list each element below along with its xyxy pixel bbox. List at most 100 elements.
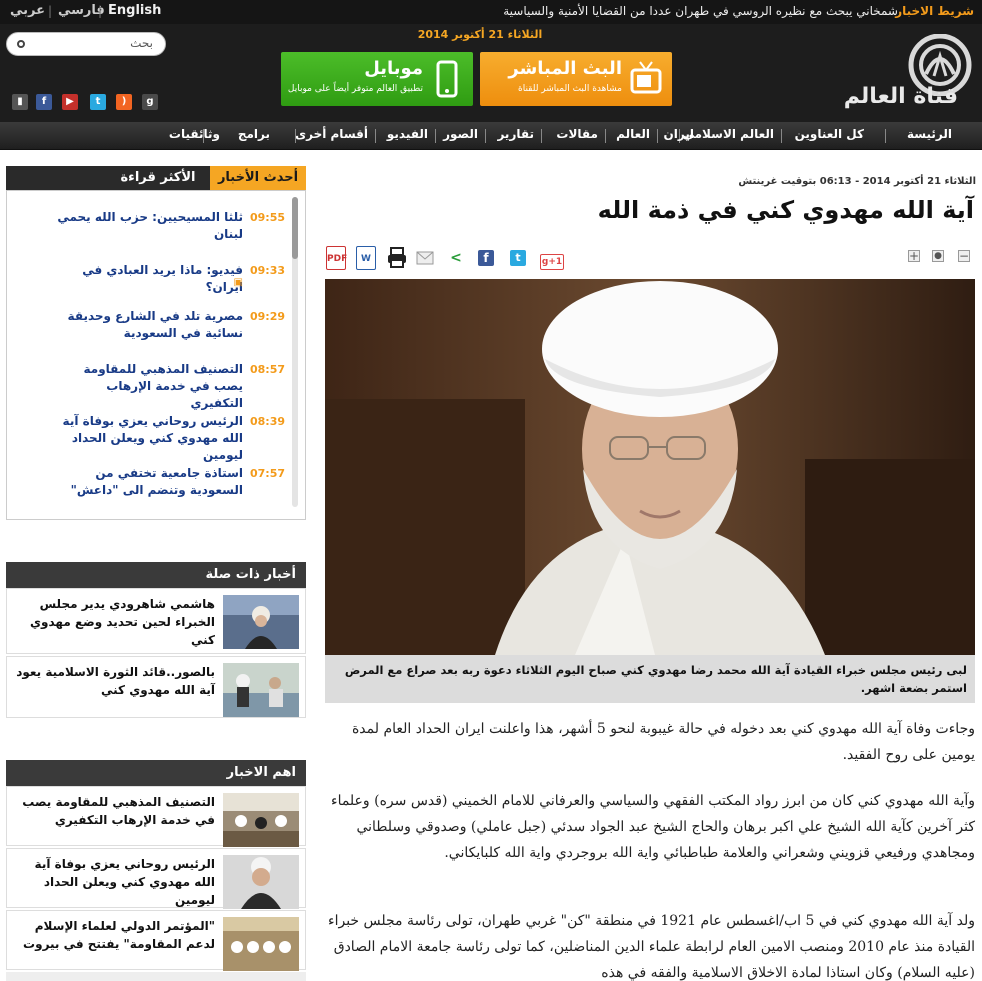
twitter-share-icon[interactable]: t xyxy=(510,250,526,266)
nav-world[interactable]: العالم xyxy=(616,127,650,141)
video-badge-icon: ▣ xyxy=(233,277,243,288)
top-news-thumbnail[interactable] xyxy=(223,917,299,971)
live-stream-subtitle: مشاهدة البث المباشر للقناة xyxy=(517,84,622,94)
news-item-link[interactable]: مصرية تلد في الشارع وحديقة نسائية في الس… xyxy=(53,308,243,342)
article-headline: آية الله مهدوي كني في ذمة الله xyxy=(597,196,974,224)
news-time: 09:29 xyxy=(249,310,285,323)
nav-separator xyxy=(541,129,542,143)
print-icon[interactable] xyxy=(386,246,408,268)
mobile-icon[interactable]: ▮ xyxy=(12,94,28,110)
rss-icon[interactable]: ) xyxy=(116,94,132,110)
top-news-title[interactable]: "المؤتمر الدولي لعلماء الإسلام لدعم المق… xyxy=(15,917,215,953)
tab-latest-news[interactable]: أحدث الأخبار xyxy=(210,166,306,190)
word-icon[interactable]: W xyxy=(356,246,376,270)
top-news-item[interactable]: الرئيس روحاني يعزي بوفاة آية الله مهدوي … xyxy=(6,848,306,909)
nav-articles[interactable]: مقالات xyxy=(556,127,598,141)
tv-icon xyxy=(630,61,662,94)
news-ticker-bar: شريط الاخبار شمخاني يبحث مع نظيره الروسي… xyxy=(0,0,982,24)
article-photo xyxy=(325,279,975,655)
pdf-icon[interactable]: PDF xyxy=(326,246,347,270)
lang-separator: | xyxy=(48,4,53,18)
news-item-link[interactable]: الرئيس روحاني يعزي بوفاة آية الله مهدوي … xyxy=(53,413,243,464)
site-name[interactable]: قناة العالم xyxy=(844,84,958,109)
nav-separator xyxy=(781,129,782,143)
email-icon[interactable] xyxy=(416,250,434,266)
nav-separator xyxy=(375,129,376,143)
nav-video[interactable]: الفيديو xyxy=(387,127,428,141)
live-stream-title: البث المباشر xyxy=(508,58,622,79)
facebook-icon[interactable]: f xyxy=(36,94,52,110)
related-news-title[interactable]: بالصور..قائد الثورة الاسلامية يعود آية ا… xyxy=(15,663,215,699)
related-news-title[interactable]: هاشمي شاهرودي يدير مجلس الخبراء لحين تحد… xyxy=(15,595,215,649)
nav-islamic-world[interactable]: العالم الاسلامي xyxy=(682,127,774,141)
news-item-link[interactable]: استاذة جامعية تختفي من السعودية وتنضم ال… xyxy=(53,465,243,499)
top-news-item[interactable]: التصنيف المذهبي للمقاومة يصب في خدمة الإ… xyxy=(6,786,306,847)
news-time: 09:55 xyxy=(249,211,285,224)
article-paragraph: وآية الله مهدوي كني كان من ابرز رواد الم… xyxy=(330,793,975,861)
search-placeholder: بحث xyxy=(130,36,153,50)
current-date: الثلاثاء 21 أكتوبر 2014 xyxy=(417,28,543,41)
mobile-app-button[interactable]: موبايل تطبيق العالم متوفر أيضاً على موبا… xyxy=(281,52,473,106)
nav-separator xyxy=(657,129,658,143)
article-timestamp: الثلاثاء 21 أكتوبر 2014 - 06:13 بتوقيت غ… xyxy=(738,176,976,187)
google-plus-icon[interactable]: g xyxy=(142,94,158,110)
mobile-app-subtitle: تطبيق العالم متوفر أيضاً على موبايل xyxy=(287,84,423,94)
tab-most-read[interactable]: الأكثر قراءة xyxy=(110,166,206,190)
twitter-icon[interactable]: t xyxy=(90,94,106,110)
nav-separator xyxy=(885,129,886,143)
nav-separator xyxy=(295,129,296,143)
top-news-thumbnail[interactable] xyxy=(223,793,299,847)
related-news-header: أخبار ذات صلة xyxy=(6,562,306,588)
top-news-title[interactable]: التصنيف المذهبي للمقاومة يصب في خدمة الإ… xyxy=(15,793,215,829)
live-stream-button[interactable]: البث المباشر مشاهدة البث المباشر للقناة xyxy=(480,52,672,106)
top-news-item[interactable]: "المؤتمر الدولي لعلماء الإسلام لدعم المق… xyxy=(6,910,306,971)
font-increase-icon[interactable]: + xyxy=(908,250,920,262)
top-news-header: اهم الاخبار xyxy=(6,760,306,786)
nav-programs[interactable]: برامج xyxy=(238,127,270,141)
top-news-thumbnail[interactable] xyxy=(223,855,299,909)
news-item-link[interactable]: ثلثا المسيحيين: حزب الله يحمي لبنان xyxy=(53,209,243,243)
lang-arabic-link[interactable]: عربي xyxy=(10,3,45,18)
smartphone-icon xyxy=(436,60,458,98)
nav-photos[interactable]: الصور xyxy=(443,127,478,141)
news-tabs: أحدث الأخبار الأكثر قراءة xyxy=(6,166,306,190)
facebook-share-icon[interactable]: f xyxy=(478,250,494,266)
ticker-label: شريط الاخبار xyxy=(895,4,974,18)
share-icon[interactable]: < xyxy=(448,250,464,266)
nav-iran[interactable]: ايران xyxy=(664,127,694,141)
nav-separator xyxy=(435,129,436,143)
news-item-link[interactable]: التصنيف المذهبي للمقاومة يصب في خدمة الإ… xyxy=(53,361,244,412)
latest-news-list: 09:55 ثلثا المسيحيين: حزب الله يحمي لبنا… xyxy=(6,190,306,520)
related-thumbnail[interactable] xyxy=(223,663,299,717)
news-time: 09:33 xyxy=(249,264,285,277)
search-icon[interactable] xyxy=(17,40,25,48)
photo-caption: لبى رئيس مجلس خبراء القيادة آية الله محم… xyxy=(325,655,975,703)
article-toolbar: PDF W < f t g+1 + ● − xyxy=(324,244,976,274)
news-item-link[interactable]: فيديو: ماذا يريد العبادي في ايران؟ xyxy=(53,262,243,296)
related-news-item[interactable]: بالصور..قائد الثورة الاسلامية يعود آية ا… xyxy=(6,656,306,718)
lang-english-link[interactable]: English xyxy=(108,3,161,18)
nav-other-sections[interactable]: أقسام أخرى xyxy=(295,127,368,141)
google-plus-share-icon[interactable]: g+1 xyxy=(540,254,564,270)
nav-home[interactable]: الرئيسة xyxy=(907,127,952,141)
nav-reports[interactable]: تقارير xyxy=(497,127,534,141)
related-news-item[interactable]: هاشمي شاهرودي يدير مجلس الخبراء لحين تحد… xyxy=(6,588,306,654)
top-news-title[interactable]: الرئيس روحاني يعزي بوفاة آية الله مهدوي … xyxy=(15,855,215,909)
nav-separator xyxy=(485,129,486,143)
article-paragraph: وجاءت وفاة آية الله مهدوي كني بعد دخوله … xyxy=(351,721,975,763)
font-reset-icon[interactable]: ● xyxy=(932,250,944,262)
news-time: 07:57 xyxy=(249,467,285,480)
nav-separator xyxy=(605,129,606,143)
cleric-portrait-image xyxy=(325,279,975,655)
youtube-icon[interactable]: ▶ xyxy=(62,94,78,110)
search-input[interactable]: بحث xyxy=(6,32,166,56)
related-thumbnail[interactable] xyxy=(223,595,299,649)
news-scrollbar-thumb[interactable] xyxy=(292,197,298,259)
article-paragraph: ولد آية الله مهدوي كني في 5 اب/اغسطس عام… xyxy=(328,913,975,981)
news-time: 08:57 xyxy=(249,363,285,376)
lang-separator: | xyxy=(98,4,103,18)
font-decrease-icon[interactable]: − xyxy=(958,250,970,262)
nav-all-headlines[interactable]: كل العناوين xyxy=(795,127,864,141)
nav-documentaries[interactable]: وثائقيات xyxy=(169,127,220,141)
ticker-headline[interactable]: شمخاني يبحث مع نظيره الروسي في طهران عدد… xyxy=(503,4,898,18)
